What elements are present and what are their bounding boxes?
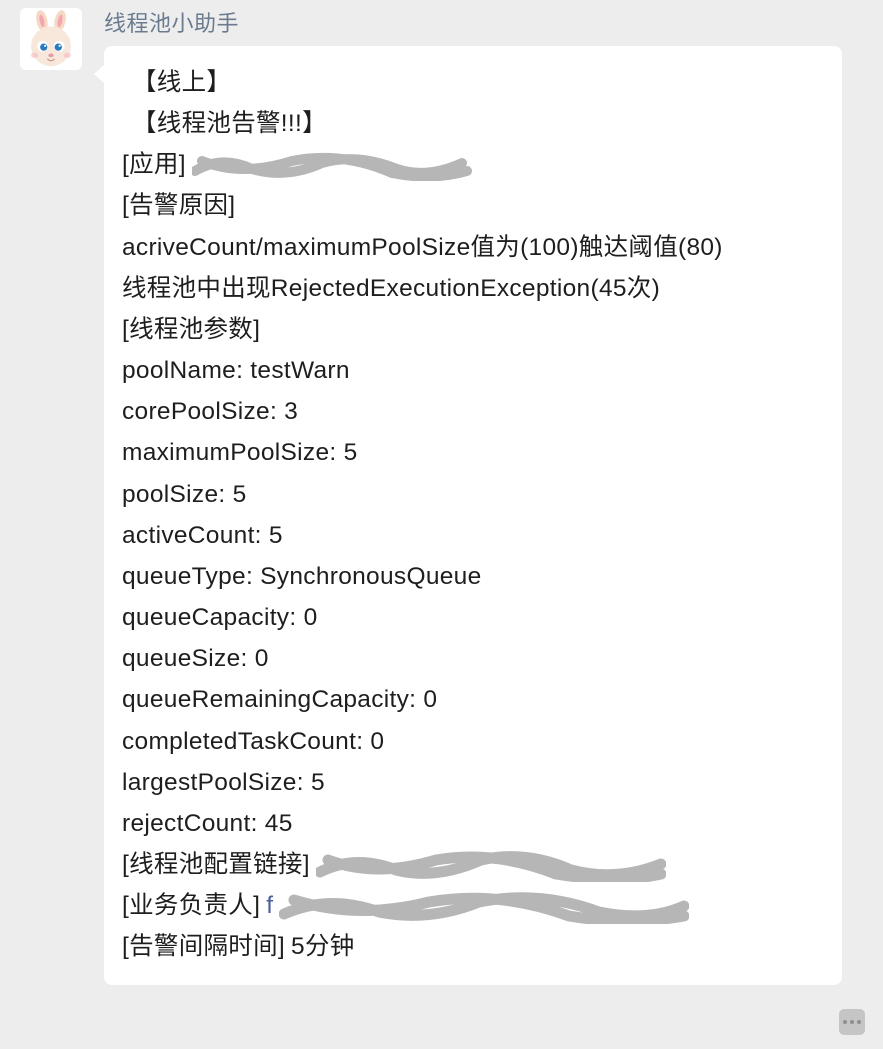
owner-link-prefix[interactable]: f <box>266 885 273 926</box>
avatar[interactable] <box>20 8 82 70</box>
param-queueSize: queueSize: 0 <box>122 638 269 679</box>
reason-line2: 线程池中出现RejectedExecutionException(45次) <box>122 268 660 309</box>
redacted-link <box>316 848 666 882</box>
param-poolName: poolName: testWarn <box>122 350 350 391</box>
message-column: 线程池小助手 【线上】 【线程池告警!!!】 [应用] [告警原因] acriv… <box>104 6 869 985</box>
bubble-tail <box>94 64 105 84</box>
param-completedTaskCount: completedTaskCount: 0 <box>122 721 384 762</box>
config-link-label: [线程池配置链接] <box>122 844 310 885</box>
param-corePoolSize: corePoolSize: 3 <box>122 391 298 432</box>
reason-line1: acriveCount/maximumPoolSize值为(100)触达阈值(8… <box>122 227 723 268</box>
reason-label: [告警原因] <box>122 185 235 226</box>
param-queueType: queueType: SynchronousQueue <box>122 556 482 597</box>
sender-name[interactable]: 线程池小助手 <box>104 6 869 38</box>
interval-label: [告警间隔时间] <box>122 926 285 967</box>
rabbit-avatar-icon <box>22 10 80 68</box>
redacted-app <box>192 149 472 181</box>
ellipsis-icon <box>843 1020 847 1024</box>
message-bubble[interactable]: 【线上】 【线程池告警!!!】 [应用] [告警原因] acriveCount/… <box>104 46 842 985</box>
interval-value: 5分钟 <box>291 926 355 967</box>
message-bubble-wrap: 【线上】 【线程池告警!!!】 [应用] [告警原因] acriveCount/… <box>104 46 869 985</box>
param-queueRemainingCapacity: queueRemainingCapacity: 0 <box>122 679 437 720</box>
owner-label: [业务负责人] <box>122 885 260 926</box>
param-largestPoolSize: largestPoolSize: 5 <box>122 762 325 803</box>
param-rejectCount: rejectCount: 45 <box>122 803 293 844</box>
header-env: 【线上】 <box>132 62 231 103</box>
param-poolSize: poolSize: 5 <box>122 474 247 515</box>
param-queueCapacity: queueCapacity: 0 <box>122 597 318 638</box>
param-activeCount: activeCount: 5 <box>122 515 283 556</box>
redacted-owner <box>279 888 689 924</box>
chat-message-row: 线程池小助手 【线上】 【线程池告警!!!】 [应用] [告警原因] acriv… <box>0 0 883 985</box>
header-alert: 【线程池告警!!!】 <box>132 103 327 144</box>
ellipsis-icon <box>850 1020 854 1024</box>
more-button[interactable] <box>839 1009 865 1035</box>
ellipsis-icon <box>857 1020 861 1024</box>
params-label: [线程池参数] <box>122 309 260 350</box>
app-label: [应用] <box>122 144 186 185</box>
param-maximumPoolSize: maximumPoolSize: 5 <box>122 432 358 473</box>
